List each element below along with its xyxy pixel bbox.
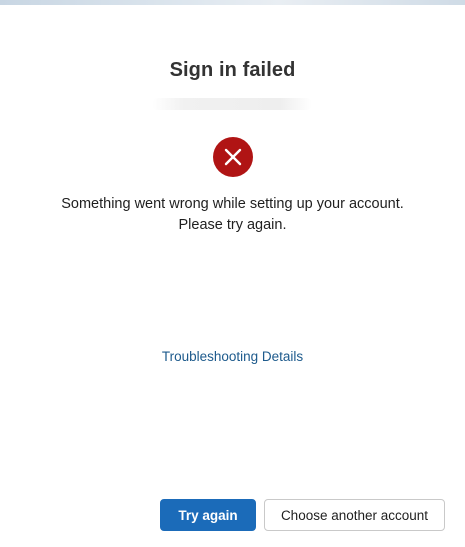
blurred-account-line: [152, 98, 312, 110]
error-x-icon: [213, 137, 253, 177]
error-message: Something went wrong while setting up yo…: [61, 196, 404, 233]
try-again-button[interactable]: Try again: [160, 499, 256, 531]
window-top-strip: [0, 0, 465, 5]
choose-another-account-button[interactable]: Choose another account: [264, 499, 445, 531]
dialog-title: Sign in failed: [169, 59, 296, 81]
troubleshooting-details-link[interactable]: Troubleshooting Details: [0, 349, 465, 364]
sign-in-failed-dialog: Sign in failed Something went wrong whil…: [0, 0, 465, 547]
